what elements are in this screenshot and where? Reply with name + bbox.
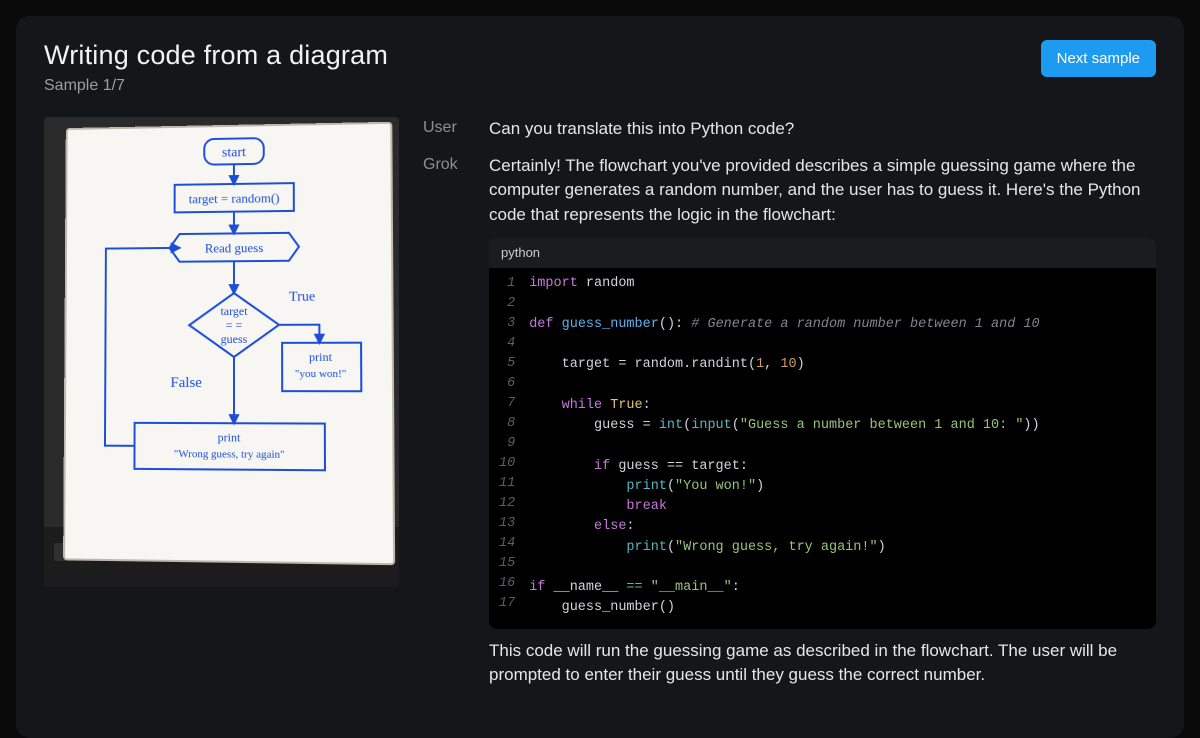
flowchart-diagram: start target = random() Read guess targe… xyxy=(65,124,397,568)
content-row: start target = random() Read guess targe… xyxy=(44,117,1156,710)
user-turn: User Can you translate this into Python … xyxy=(423,117,1156,142)
user-message: Can you translate this into Python code? xyxy=(489,117,1156,142)
image-column: start target = random() Read guess targe… xyxy=(44,117,399,710)
page-title: Writing code from a diagram xyxy=(44,40,388,71)
svg-text:"Wrong guess, try again": "Wrong guess, try again" xyxy=(174,448,285,461)
role-label-assistant: Grok xyxy=(423,154,471,698)
next-sample-button[interactable]: Next sample xyxy=(1041,40,1156,77)
code-block: python 1234567891011121314151617 import … xyxy=(489,238,1156,629)
code-content: import random def guess_number(): # Gene… xyxy=(523,268,1053,628)
svg-text:target = random(): target = random() xyxy=(189,191,280,206)
header: Writing code from a diagram Sample 1/7 N… xyxy=(44,40,1156,95)
svg-text:print: print xyxy=(218,430,241,444)
assistant-turn: Grok Certainly! The flowchart you've pro… xyxy=(423,154,1156,698)
assistant-outro: This code will run the guessing game as … xyxy=(489,639,1156,688)
role-label-user: User xyxy=(423,117,471,142)
conversation-column: User Can you translate this into Python … xyxy=(423,117,1156,710)
svg-text:start: start xyxy=(222,144,246,159)
sample-card: Writing code from a diagram Sample 1/7 N… xyxy=(16,16,1184,738)
svg-text:guess: guess xyxy=(221,332,248,346)
whiteboard-photo: start target = random() Read guess targe… xyxy=(44,117,399,587)
header-left: Writing code from a diagram Sample 1/7 xyxy=(44,40,388,95)
line-number-gutter: 1234567891011121314151617 xyxy=(489,268,523,628)
assistant-message: Certainly! The flowchart you've provided… xyxy=(489,154,1156,698)
svg-text:print: print xyxy=(309,350,333,364)
svg-text:= =: = = xyxy=(226,318,243,332)
assistant-intro: Certainly! The flowchart you've provided… xyxy=(489,154,1156,228)
code-body: 1234567891011121314151617 import random … xyxy=(489,268,1156,628)
sample-counter: Sample 1/7 xyxy=(44,77,388,95)
code-language-label: python xyxy=(489,238,1156,269)
svg-text:True: True xyxy=(289,288,315,303)
svg-text:"you won!": "you won!" xyxy=(295,368,347,380)
svg-text:False: False xyxy=(170,375,202,391)
svg-text:Read guess: Read guess xyxy=(205,241,264,256)
svg-text:target: target xyxy=(220,304,248,318)
